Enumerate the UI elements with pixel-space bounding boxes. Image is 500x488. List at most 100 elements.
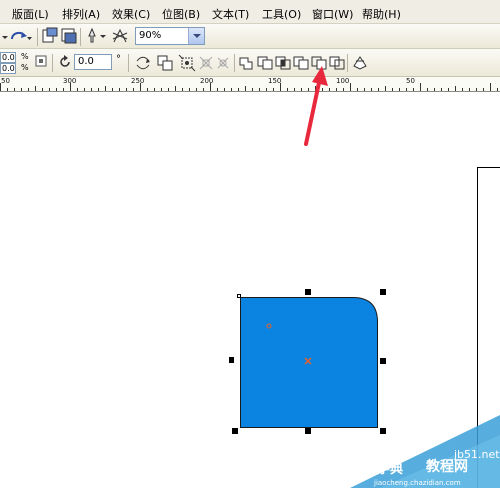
corel-online-icon[interactable] bbox=[111, 27, 129, 45]
ruler-tick bbox=[203, 88, 204, 91]
selection-handle-ml[interactable] bbox=[229, 357, 234, 363]
lock-ratio-icon[interactable] bbox=[34, 54, 48, 68]
zoom-level-select[interactable]: 90% bbox=[135, 27, 205, 45]
ruler-tick bbox=[280, 83, 281, 91]
ruler-tick bbox=[266, 88, 267, 91]
ruler-tick bbox=[91, 88, 92, 91]
separator bbox=[52, 54, 53, 72]
menu-text[interactable]: 文本(T) bbox=[212, 6, 249, 22]
menu-tools[interactable]: 工具(O) bbox=[262, 6, 301, 22]
ruler-tick bbox=[385, 86, 386, 91]
mirror-icon[interactable] bbox=[134, 54, 152, 72]
ruler-tick bbox=[455, 86, 456, 91]
ruler-tick bbox=[119, 88, 120, 91]
ruler-tick bbox=[336, 88, 337, 91]
corner-node[interactable] bbox=[237, 294, 241, 298]
watermark-logo: jb51.net 查字典 教程网 jiaocheng.chazidian.com bbox=[350, 415, 500, 488]
ungroup-icon[interactable] bbox=[178, 54, 196, 72]
ruler-tick bbox=[406, 88, 407, 91]
scale-width-field[interactable]: 0.0 bbox=[0, 52, 16, 63]
ruler-tick bbox=[175, 86, 176, 91]
ruler-tick bbox=[49, 88, 50, 91]
ruler-tick bbox=[105, 86, 106, 91]
ruler-tick bbox=[147, 88, 148, 91]
ruler-tick bbox=[161, 88, 162, 91]
ruler-tick bbox=[399, 88, 400, 91]
separator bbox=[128, 54, 129, 72]
ruler-tick bbox=[245, 86, 246, 91]
selection-handle-bl[interactable] bbox=[232, 428, 238, 434]
weld-icon[interactable] bbox=[238, 54, 256, 72]
ruler-tick bbox=[259, 88, 260, 91]
ruler-tick bbox=[476, 88, 477, 91]
export-icon[interactable] bbox=[60, 27, 78, 45]
menu-arrange[interactable]: 排列(A) bbox=[62, 6, 100, 22]
rotate-icon bbox=[58, 55, 72, 69]
ruler-tick bbox=[441, 88, 442, 91]
ruler-tick bbox=[140, 83, 141, 91]
ruler-tick bbox=[497, 88, 498, 91]
zoom-level-value: 90% bbox=[139, 30, 162, 41]
import-icon[interactable] bbox=[41, 27, 59, 45]
rotation-angle-field[interactable]: 0.0 bbox=[74, 54, 112, 70]
ruler-tick bbox=[469, 88, 470, 91]
intersect-icon[interactable] bbox=[274, 54, 292, 72]
ruler-tick bbox=[210, 83, 211, 91]
redo-icon[interactable] bbox=[8, 27, 32, 45]
annotation-arrow-icon bbox=[304, 66, 328, 146]
create-boundary-icon[interactable] bbox=[351, 54, 369, 72]
watermark-url: jiaocheng.chazidian.com bbox=[373, 479, 461, 487]
ruler-tick bbox=[371, 88, 372, 91]
ruler-tick bbox=[392, 88, 393, 91]
scale-height-field[interactable]: 0.0 bbox=[0, 63, 16, 74]
ruler-tick bbox=[350, 83, 351, 91]
page-border bbox=[477, 167, 500, 168]
separator bbox=[80, 28, 81, 46]
ruler-tick bbox=[490, 83, 491, 91]
selection-handle-tm[interactable] bbox=[305, 289, 311, 295]
selection-handle-bm[interactable] bbox=[305, 428, 311, 434]
back-minus-front-icon[interactable] bbox=[328, 54, 346, 72]
ungroup-all-icon bbox=[197, 54, 215, 72]
ruler-tick bbox=[42, 88, 43, 91]
menu-window[interactable]: 窗口(W) bbox=[312, 6, 353, 22]
group-icon[interactable] bbox=[156, 54, 174, 72]
watermark-brand-1: 查字典 bbox=[363, 461, 403, 477]
menu-layout[interactable]: 版面(L) bbox=[12, 6, 49, 22]
ruler-label: 200 bbox=[200, 77, 214, 85]
menu-effects[interactable]: 效果(C) bbox=[112, 6, 150, 22]
percent-label: % bbox=[21, 52, 29, 61]
ruler-tick bbox=[252, 88, 253, 91]
ruler-tick bbox=[7, 88, 8, 91]
selection-handle-mr[interactable] bbox=[380, 358, 386, 364]
ruler-tick bbox=[98, 88, 99, 91]
property-bar: 0.0 0.0 % % 0.0 ° bbox=[0, 49, 500, 77]
ruler-tick bbox=[0, 83, 1, 91]
selection-handle-tr[interactable] bbox=[380, 289, 386, 295]
ruler-label: 50 bbox=[1, 77, 10, 85]
ruler-tick bbox=[14, 88, 15, 91]
ruler-label: 100 bbox=[336, 77, 350, 85]
chevron-down-icon[interactable] bbox=[188, 28, 204, 44]
ruler-tick bbox=[28, 88, 29, 91]
ruler-tick bbox=[357, 88, 358, 91]
menu-help[interactable]: 帮助(H) bbox=[362, 6, 401, 22]
ruler-tick bbox=[462, 88, 463, 91]
horizontal-ruler[interactable]: 50 300 250 200 150 100 50 bbox=[0, 77, 500, 92]
separator bbox=[234, 54, 235, 72]
ruler-label: 250 bbox=[131, 77, 145, 85]
trim-icon[interactable] bbox=[256, 54, 274, 72]
separator bbox=[347, 54, 348, 72]
ruler-tick bbox=[238, 88, 239, 91]
ruler-tick bbox=[427, 88, 428, 91]
menu-bitmaps[interactable]: 位图(B) bbox=[162, 6, 200, 22]
application-launcher-icon[interactable] bbox=[84, 27, 108, 45]
ruler-tick bbox=[21, 88, 22, 91]
ruler-tick bbox=[112, 88, 113, 91]
degree-label: ° bbox=[116, 54, 121, 65]
ruler-tick bbox=[70, 83, 71, 91]
standard-toolbar: 90% bbox=[0, 24, 500, 49]
ruler-tick bbox=[77, 88, 78, 91]
ruler-tick bbox=[448, 88, 449, 91]
ruler-tick bbox=[364, 88, 365, 91]
